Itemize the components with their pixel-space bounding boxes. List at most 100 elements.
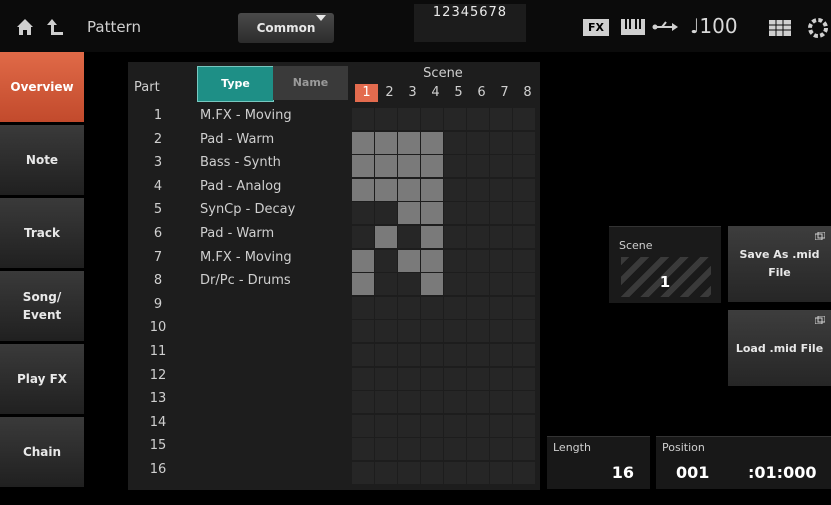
scene-cell[interactable] — [467, 155, 489, 178]
scene-cell[interactable] — [444, 249, 466, 272]
scene-cell[interactable] — [513, 391, 535, 414]
scene-cell[interactable] — [513, 249, 535, 272]
part-type-name[interactable]: Pad - Analog — [200, 179, 281, 194]
scene-cell[interactable] — [398, 155, 420, 178]
scene-cell[interactable] — [421, 367, 443, 390]
scene-cell[interactable] — [467, 296, 489, 319]
scene-cell[interactable] — [352, 226, 374, 248]
scene-cell[interactable] — [352, 367, 374, 390]
scene-cell[interactable] — [444, 273, 466, 296]
scene-cell[interactable] — [490, 296, 512, 319]
scene-cell[interactable] — [490, 202, 512, 225]
scene-cell[interactable] — [421, 108, 443, 130]
scene-cell[interactable] — [444, 155, 466, 178]
type-toggle-button[interactable]: Type — [197, 66, 274, 102]
scene-cell[interactable] — [444, 296, 466, 319]
scene-number-6[interactable]: 6 — [470, 84, 493, 102]
name-toggle-button[interactable]: Name — [273, 66, 348, 100]
scene-cell[interactable] — [513, 202, 535, 225]
scene-cell[interactable] — [352, 202, 374, 225]
tab-overview[interactable]: Overview — [0, 52, 86, 124]
part-type-name[interactable]: Bass - Synth — [200, 155, 281, 170]
scene-cell[interactable] — [398, 296, 420, 319]
gear-icon[interactable] — [806, 16, 830, 40]
scene-cell[interactable] — [444, 108, 466, 130]
scene-cell[interactable] — [398, 438, 420, 461]
scene-cell[interactable] — [490, 391, 512, 414]
part-type-name[interactable]: Pad - Warm — [200, 132, 274, 147]
back-arrow-icon[interactable] — [44, 16, 66, 38]
scene-cell[interactable] — [513, 155, 535, 178]
scene-cell[interactable] — [352, 273, 374, 296]
scene-cell[interactable] — [467, 367, 489, 390]
scene-cell[interactable] — [398, 320, 420, 343]
scene-cell[interactable] — [375, 320, 397, 343]
tab-play-fx[interactable]: Play FX — [0, 344, 86, 416]
tab-song-event[interactable]: Song/ Event — [0, 271, 86, 343]
scene-cell[interactable] — [444, 178, 466, 201]
scene-cell[interactable] — [421, 438, 443, 461]
scene-cell[interactable] — [352, 414, 374, 437]
scene-number-4[interactable]: 4 — [424, 84, 447, 102]
scene-cell[interactable] — [490, 438, 512, 461]
scene-cell[interactable] — [398, 178, 420, 201]
scene-cell[interactable] — [352, 108, 374, 130]
tab-track[interactable]: Track — [0, 198, 86, 270]
scene-cell[interactable] — [467, 320, 489, 343]
part-type-name[interactable]: M.FX - Moving — [200, 108, 292, 123]
position-measure[interactable]: 001 — [676, 463, 709, 482]
tab-note[interactable]: Note — [0, 125, 86, 197]
scene-cell[interactable] — [398, 344, 420, 366]
scene-cell[interactable] — [398, 367, 420, 390]
position-field[interactable]: Position 001 :01:000 — [656, 436, 831, 489]
scene-cell[interactable] — [398, 273, 420, 296]
scene-cell[interactable] — [467, 108, 489, 130]
scene-cell[interactable] — [375, 155, 397, 178]
scene-cell[interactable] — [467, 438, 489, 461]
scene-cell[interactable] — [421, 273, 443, 296]
scene-cell[interactable] — [352, 249, 374, 272]
scene-cell[interactable] — [398, 414, 420, 437]
scene-cell[interactable] — [421, 249, 443, 272]
scene-number-1[interactable]: 1 — [355, 84, 378, 102]
scene-cell[interactable] — [421, 320, 443, 343]
scene-number-7[interactable]: 7 — [493, 84, 516, 102]
scene-cell[interactable] — [375, 414, 397, 437]
scene-cell[interactable] — [398, 462, 420, 484]
scene-cell[interactable] — [398, 108, 420, 130]
scene-cell[interactable] — [444, 202, 466, 225]
grid-icon[interactable] — [769, 20, 791, 36]
scene-cell[interactable] — [444, 438, 466, 461]
scene-cell[interactable] — [421, 178, 443, 201]
scene-selector[interactable]: Scene 1 — [609, 226, 721, 303]
scene-cell[interactable] — [375, 391, 397, 414]
scene-cell[interactable] — [513, 178, 535, 201]
scene-cell[interactable] — [513, 296, 535, 319]
scene-cell[interactable] — [513, 131, 535, 154]
scene-cell[interactable] — [398, 249, 420, 272]
scene-cell[interactable] — [375, 438, 397, 461]
scene-cell[interactable] — [352, 131, 374, 154]
scene-cell[interactable] — [513, 438, 535, 461]
scene-cell[interactable] — [513, 226, 535, 248]
scene-number-5[interactable]: 5 — [447, 84, 470, 102]
scene-cell[interactable] — [352, 391, 374, 414]
scene-cell[interactable] — [444, 320, 466, 343]
scene-cell[interactable] — [490, 414, 512, 437]
scene-cell[interactable] — [421, 296, 443, 319]
part-type-name[interactable]: SynCp - Decay — [200, 202, 295, 217]
scene-cell[interactable] — [444, 462, 466, 484]
scene-cell[interactable] — [375, 273, 397, 296]
scene-cell[interactable] — [352, 320, 374, 343]
scene-cell[interactable] — [352, 438, 374, 461]
scene-cell[interactable] — [421, 462, 443, 484]
scene-cell[interactable] — [467, 249, 489, 272]
scene-cell[interactable] — [444, 391, 466, 414]
scene-cell[interactable] — [375, 131, 397, 154]
scene-cell[interactable] — [375, 367, 397, 390]
scene-cell[interactable] — [375, 226, 397, 248]
scene-cell[interactable] — [467, 391, 489, 414]
scene-cell[interactable] — [467, 273, 489, 296]
scene-cell[interactable] — [398, 131, 420, 154]
scene-cell[interactable] — [352, 178, 374, 201]
